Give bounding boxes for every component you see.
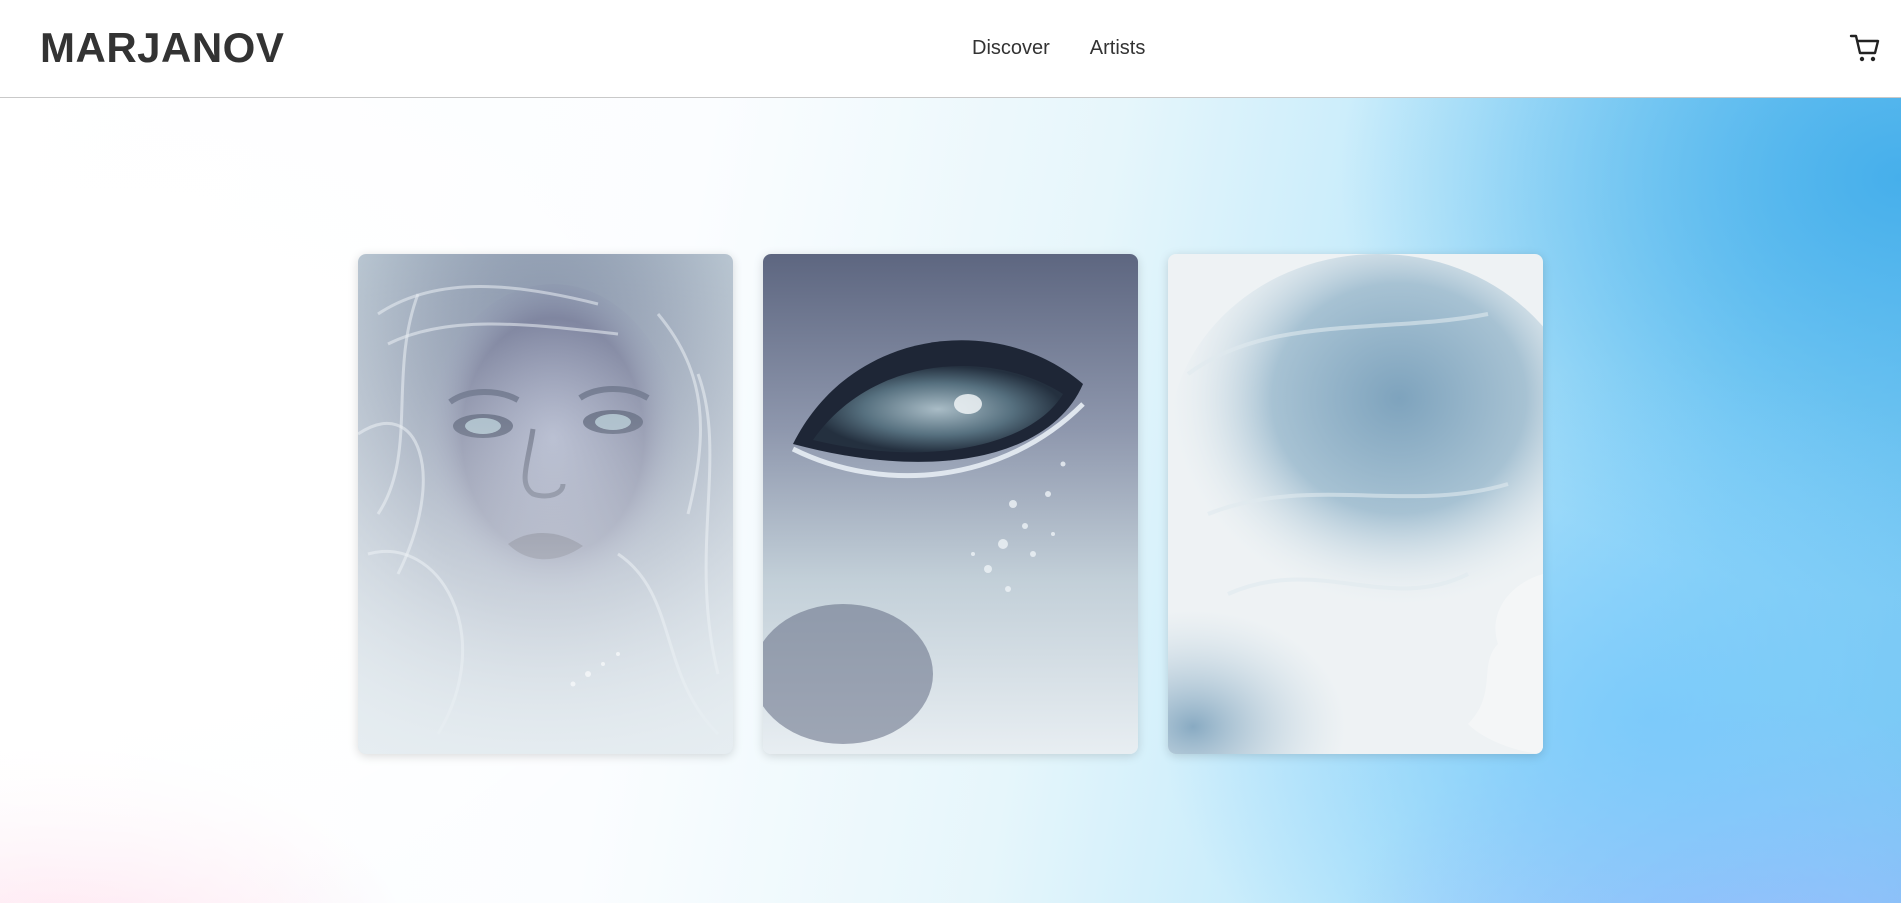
artwork-card-smoke[interactable] <box>1168 254 1543 754</box>
nav-link-discover[interactable]: Discover <box>972 36 1050 60</box>
shopping-cart-icon[interactable] <box>1849 32 1881 64</box>
gallery-cards <box>358 254 1543 754</box>
hero-section <box>0 98 1901 903</box>
brand-logo[interactable]: MARJANOV <box>40 24 284 72</box>
site-header: MARJANOV Discover Artists <box>0 0 1901 98</box>
eye-closeup-artwork <box>763 254 1138 754</box>
main-nav: Discover Artists <box>972 36 1145 60</box>
smoke-profile-artwork <box>1168 254 1543 754</box>
artwork-card-face[interactable] <box>358 254 733 754</box>
artwork-card-eye[interactable] <box>763 254 1138 754</box>
nav-link-artists[interactable]: Artists <box>1090 36 1146 60</box>
face-portrait-artwork <box>358 254 733 754</box>
